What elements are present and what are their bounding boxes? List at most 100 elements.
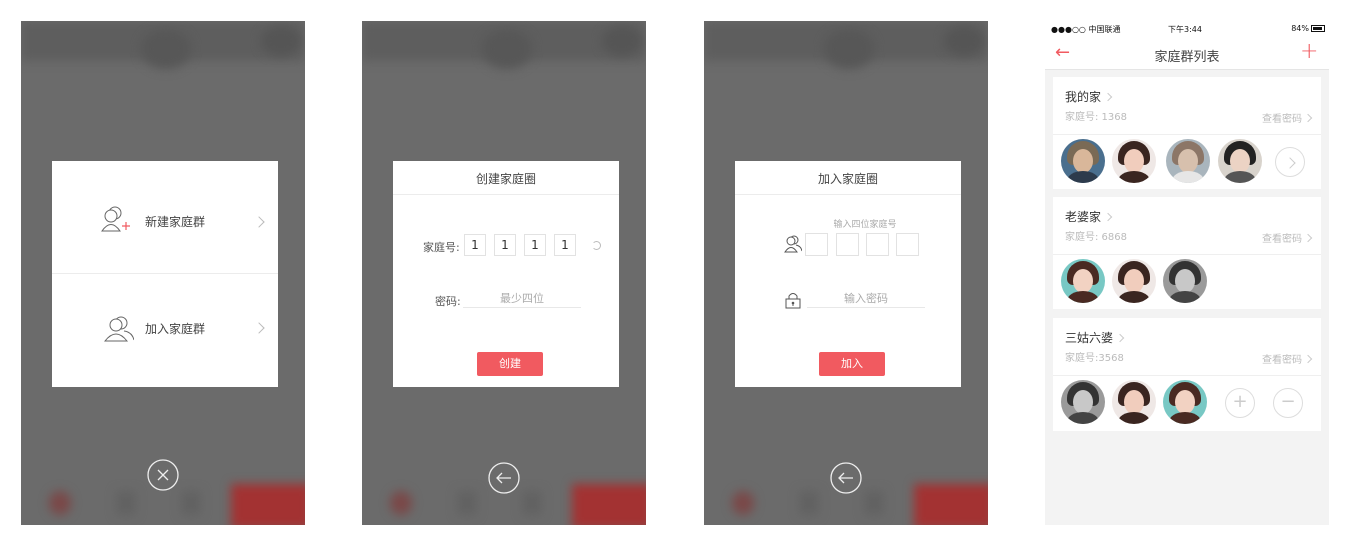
family-number-box[interactable]	[836, 233, 859, 256]
blurred-background	[390, 491, 412, 515]
screen-join-family: 加入家庭圈 输入四位家庭号 输入密码 加入	[704, 21, 988, 525]
refresh-icon[interactable]	[592, 241, 601, 250]
chevron-right-icon	[253, 322, 265, 334]
family-number-digit[interactable]: 1	[524, 234, 546, 256]
screen-family-list: ●●●○○ 中国联通 下午3:44 84% ← 家庭群列表 + 我的家 家庭号:…	[1045, 21, 1329, 525]
family-name[interactable]: 我的家	[1065, 88, 1113, 105]
family-card[interactable]: 老婆家 家庭号: 6868 查看密码	[1053, 197, 1321, 309]
blurred-background	[522, 491, 542, 515]
blurred-background	[914, 484, 988, 525]
avatar[interactable]	[1061, 259, 1105, 303]
blurred-background	[944, 26, 984, 56]
avatar[interactable]	[1061, 380, 1105, 424]
more-members-button[interactable]	[1275, 147, 1305, 177]
join-family-label: 加入家庭群	[145, 322, 206, 336]
blurred-background	[231, 484, 305, 525]
back-circle-icon[interactable]	[488, 462, 520, 494]
family-number-digit[interactable]: 1	[464, 234, 486, 256]
status-bar: ●●●○○ 中国联通 下午3:44 84%	[1045, 21, 1329, 37]
view-password-link[interactable]: 查看密码	[1262, 351, 1313, 366]
create-family-modal: 创建家庭圈 家庭号: 1 1 1 1 密码: 最少四位 创建	[393, 161, 619, 387]
blurred-background	[482, 29, 532, 69]
family-number: 家庭号: 6868	[1065, 232, 1127, 243]
family-name-text: 老婆家	[1065, 210, 1102, 224]
blurred-background	[181, 491, 201, 515]
avatar[interactable]	[1061, 139, 1105, 183]
add-user-icon	[101, 206, 130, 232]
blurred-background	[799, 491, 819, 515]
chevron-right-icon	[253, 216, 265, 228]
blurred-background	[261, 26, 301, 56]
blurred-background	[116, 491, 136, 515]
lock-icon	[785, 293, 801, 309]
avatar[interactable]	[1166, 139, 1210, 183]
page-title: 家庭群列表	[1154, 50, 1220, 65]
blurred-background	[602, 26, 642, 56]
family-name[interactable]: 老婆家	[1065, 208, 1113, 225]
view-password-text: 查看密码	[1262, 234, 1302, 245]
battery-icon	[1311, 25, 1325, 32]
divider	[1053, 254, 1321, 255]
family-number-box[interactable]	[805, 233, 828, 256]
family-menu-modal: 新建家庭群 加入家庭群	[52, 161, 278, 387]
chevron-right-icon	[1303, 354, 1313, 364]
divider	[1053, 375, 1321, 376]
add-family-icon[interactable]: +	[1300, 40, 1318, 64]
chevron-right-icon	[1303, 113, 1313, 123]
avatar[interactable]	[1112, 139, 1156, 183]
close-circle-icon[interactable]	[147, 459, 179, 491]
blurred-background	[572, 484, 646, 525]
avatar[interactable]	[1218, 139, 1262, 183]
create-button[interactable]: 创建	[477, 352, 543, 376]
family-card[interactable]: 我的家 家庭号: 1368 查看密码	[1053, 77, 1321, 189]
family-name[interactable]: 三姑六婆	[1065, 329, 1125, 346]
view-password-text: 查看密码	[1262, 355, 1302, 366]
users-icon	[104, 316, 134, 342]
chevron-right-icon	[1303, 233, 1313, 243]
family-name-text: 我的家	[1065, 90, 1102, 104]
nav-bar: ← 家庭群列表 +	[1045, 37, 1329, 70]
clock-text: 下午3:44	[1168, 25, 1202, 34]
family-number-digit[interactable]: 1	[494, 234, 516, 256]
family-name-text: 三姑六婆	[1065, 331, 1114, 345]
battery-text: 84%	[1291, 24, 1309, 33]
avatar[interactable]	[1163, 259, 1207, 303]
avatar[interactable]	[1112, 259, 1156, 303]
blurred-background	[732, 491, 754, 515]
blurred-background	[457, 491, 477, 515]
screen-family-menu: 新建家庭群 加入家庭群	[21, 21, 305, 525]
carrier-text: ●●●○○ 中国联通	[1051, 25, 1121, 34]
password-input[interactable]: 输入密码	[807, 290, 925, 308]
divider	[1053, 134, 1321, 135]
users-icon	[784, 235, 802, 253]
remove-member-icon[interactable]: −	[1273, 388, 1303, 418]
password-input[interactable]: 最少四位	[463, 290, 581, 308]
chevron-right-icon	[1103, 92, 1113, 102]
join-family-modal: 加入家庭圈 输入四位家庭号 输入密码 加入	[735, 161, 961, 387]
family-card[interactable]: 三姑六婆 家庭号:3568 查看密码 + −	[1053, 318, 1321, 431]
create-family-label: 新建家庭群	[145, 215, 206, 229]
view-password-link[interactable]: 查看密码	[1262, 230, 1313, 245]
create-family-option[interactable]: 新建家庭群	[52, 161, 278, 274]
chevron-right-icon	[1284, 157, 1296, 169]
join-family-option[interactable]: 加入家庭群	[52, 274, 278, 387]
add-member-icon[interactable]: +	[1225, 388, 1255, 418]
join-button[interactable]: 加入	[819, 352, 885, 376]
family-number-label: 家庭号:	[423, 241, 460, 254]
blurred-background	[824, 29, 874, 69]
avatar[interactable]	[1112, 380, 1156, 424]
modal-title: 创建家庭圈	[393, 161, 619, 195]
chevron-right-icon	[1103, 212, 1113, 222]
blurred-background	[49, 491, 71, 515]
family-number: 家庭号: 1368	[1065, 112, 1127, 123]
avatar[interactable]	[1163, 380, 1207, 424]
view-password-link[interactable]: 查看密码	[1262, 110, 1313, 125]
family-number: 家庭号:3568	[1065, 353, 1124, 364]
family-number-box[interactable]	[896, 233, 919, 256]
family-number-box[interactable]	[866, 233, 889, 256]
modal-title: 加入家庭圈	[735, 161, 961, 195]
blurred-background	[141, 29, 191, 69]
back-circle-icon[interactable]	[830, 462, 862, 494]
family-number-digit[interactable]: 1	[554, 234, 576, 256]
password-label: 密码:	[435, 295, 461, 308]
